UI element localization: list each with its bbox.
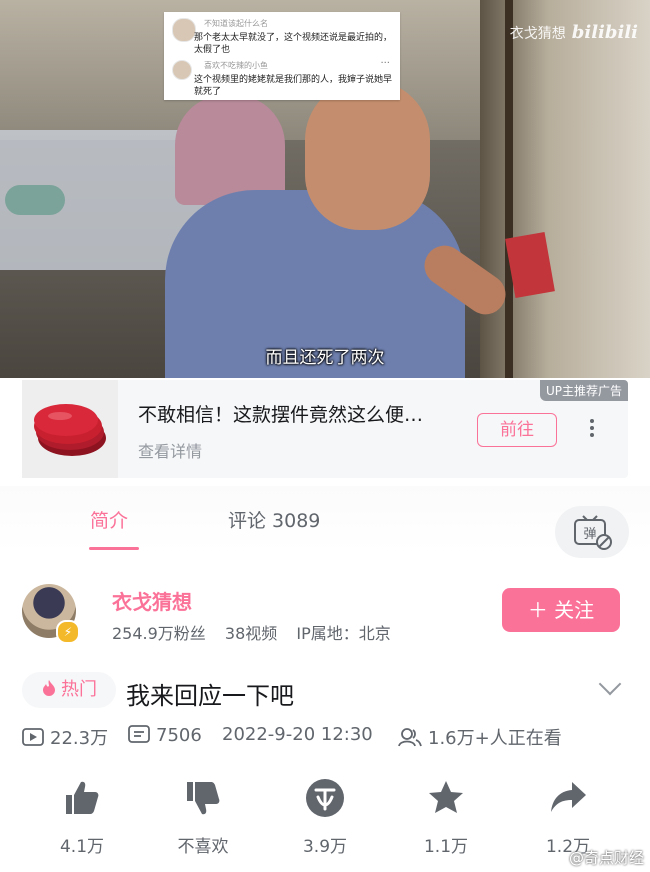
thumbs-down-icon (187, 782, 220, 815)
follow-button[interactable]: ＋ 关注 (502, 588, 620, 632)
ad-thumbnail[interactable] (22, 380, 118, 478)
danmaku-count: 7506 (128, 724, 202, 746)
share-icon (551, 782, 586, 812)
commenter-avatar (172, 18, 196, 42)
thumbs-up-icon (66, 781, 99, 814)
hot-tag[interactable]: 热门 (22, 672, 116, 708)
share-button[interactable]: 1.2万 (518, 778, 618, 857)
weibo-watermark: @奇点财经 (568, 849, 644, 867)
author-meta: 254.9万粉丝 38视频 IP属地：北京 (112, 620, 405, 644)
ad-card[interactable]: UP主推荐广告 不敢相信！这款摆件竟然这么便… 查看详情 前往 (22, 380, 628, 478)
watching-count: 1.6万+人正在看 (398, 724, 562, 750)
coin-button[interactable]: 3.9万 (275, 778, 375, 857)
star-icon (429, 781, 463, 813)
ad-title[interactable]: 不敢相信！这款摆件竟然这么便… (138, 400, 423, 427)
ad-go-button[interactable]: 前往 (477, 413, 557, 447)
video-title-row: 热门 我来回应一下吧 (22, 672, 628, 712)
dislike-button[interactable]: 不喜欢 (153, 778, 253, 857)
video-subtitle: 而且还死了两次 (265, 348, 385, 368)
danmaku-icon (128, 725, 150, 743)
author-name[interactable]: 衣戈猜想 (112, 586, 192, 615)
tab-comments[interactable]: 评论 3089 (228, 506, 320, 533)
ad-details-link[interactable]: 查看详情 (138, 438, 202, 462)
video-stats: 22.3万 7506 2022-9-20 12:30 1.6万+人正在看 (22, 724, 632, 750)
more-icon: ··· (380, 58, 390, 69)
tab-intro[interactable]: 简介 (90, 506, 128, 533)
video-watermark: 衣戈猜想 bilibili (509, 22, 638, 43)
danmaku-toggle-button[interactable]: 弹 (555, 506, 629, 558)
ip-location: IP属地：北京 (296, 624, 391, 643)
action-bar: 4.1万 不喜欢 3.9万 1.1万 1.2万 (0, 778, 650, 858)
author-row: ⚡ 衣戈猜想 254.9万粉丝 38视频 IP属地：北京 ＋ 关注 (0, 580, 650, 650)
svg-text:弹: 弹 (583, 527, 596, 542)
like-button[interactable]: 4.1万 (32, 778, 132, 857)
chevron-down-icon[interactable] (598, 672, 622, 696)
tab-bar: 简介 评论 3089 弹 (0, 486, 650, 558)
flame-icon (43, 680, 55, 696)
red-discs-image (34, 404, 106, 456)
coin-icon (306, 779, 344, 817)
ad-tag: UP主推荐广告 (539, 380, 628, 401)
favorite-button[interactable]: 1.1万 (396, 778, 496, 857)
tab-indicator (89, 547, 139, 550)
video-count: 38视频 (224, 624, 278, 643)
commenter-avatar (172, 60, 192, 80)
video-player[interactable]: 不知道该起什么名 那个老太太早就没了，这个视频还说是最近拍的，太假了也 喜欢不吃… (0, 0, 650, 378)
danmaku-off-icon: 弹 (574, 515, 612, 550)
comment-screenshot-overlay: 不知道该起什么名 那个老太太早就没了，这个视频还说是最近拍的，太假了也 喜欢不吃… (164, 12, 400, 100)
fans-count: 254.9万粉丝 (112, 624, 206, 643)
video-title: 我来回应一下吧 (126, 682, 294, 710)
publish-datetime: 2022-9-20 12:30 (222, 724, 373, 745)
more-options-icon[interactable] (587, 416, 597, 442)
verified-badge-icon: ⚡ (56, 620, 80, 644)
viewers-icon (398, 728, 422, 747)
play-count: 22.3万 (22, 724, 108, 750)
play-icon (22, 728, 44, 746)
video-person-woman (175, 95, 285, 205)
